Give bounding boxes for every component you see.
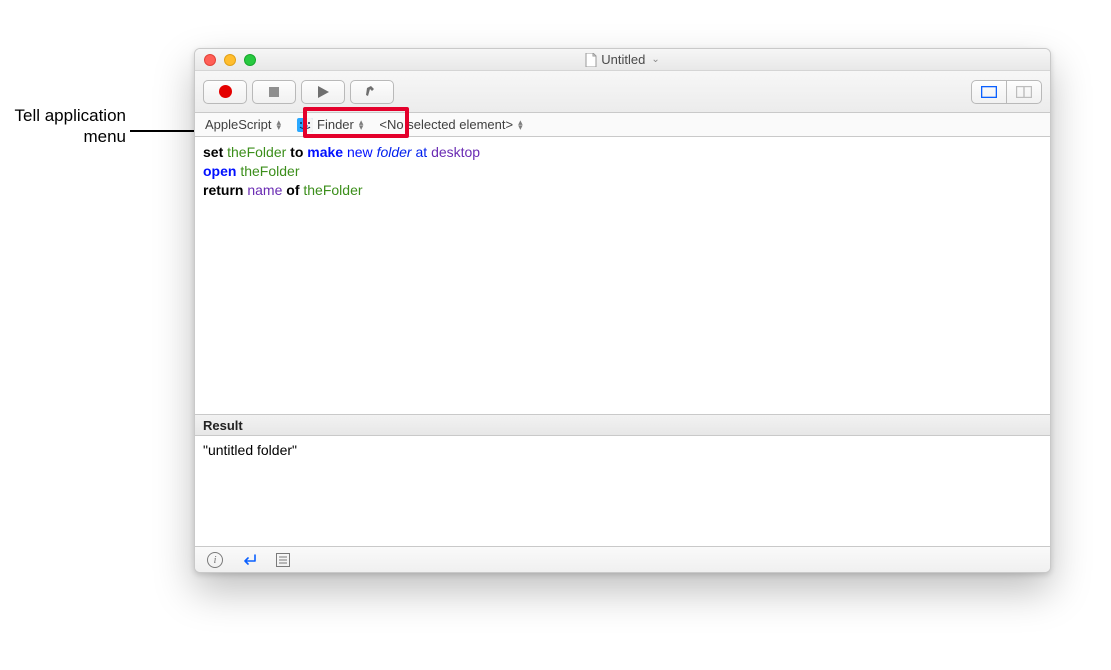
script-editor-window: Untitled ⌄ — [194, 48, 1051, 573]
language-popup[interactable]: AppleScript ▴▾ — [201, 116, 285, 133]
zoom-button[interactable] — [244, 54, 256, 66]
script-line: open theFolder — [203, 162, 1042, 181]
script-line: set theFolder to make new folder at desk… — [203, 143, 1042, 162]
tell-application-popup[interactable]: Finder ▴▾ — [291, 116, 369, 134]
sort-arrows-icon: ▴▾ — [276, 120, 281, 130]
play-icon — [317, 86, 329, 98]
script-line: return name of theFolder — [203, 181, 1042, 200]
hammer-icon — [365, 85, 379, 99]
finder-icon — [297, 117, 313, 133]
description-button[interactable]: i — [205, 550, 225, 570]
view-mode-editor-button[interactable] — [971, 80, 1007, 104]
minimize-button[interactable] — [224, 54, 236, 66]
titlebar: Untitled ⌄ — [195, 49, 1050, 71]
result-header: Result — [195, 414, 1050, 436]
toolbar — [195, 71, 1050, 113]
list-icon — [276, 553, 290, 567]
return-arrow-icon — [241, 553, 257, 567]
document-icon — [585, 53, 597, 67]
close-button[interactable] — [204, 54, 216, 66]
window-title[interactable]: Untitled ⌄ — [195, 52, 1050, 67]
application-label: Finder — [317, 117, 354, 132]
window-title-text: Untitled — [601, 52, 645, 67]
accessory-view-icon — [1016, 86, 1032, 98]
script-editor-area[interactable]: set theFolder to make new folder at desk… — [195, 137, 1050, 414]
annotation-label: Tell application menu — [6, 105, 126, 148]
window-controls — [204, 54, 256, 66]
language-label: AppleScript — [205, 117, 271, 132]
view-mode-accessory-button[interactable] — [1006, 80, 1042, 104]
result-body[interactable]: "untitled folder" — [195, 436, 1050, 546]
record-button[interactable] — [203, 80, 247, 104]
element-label: <No selected element> — [379, 117, 513, 132]
run-button[interactable] — [301, 80, 345, 104]
navigation-bar: AppleScript ▴▾ Finder ▴▾ <No selected el… — [195, 113, 1050, 137]
stop-icon — [268, 86, 280, 98]
sort-arrows-icon: ▴▾ — [359, 120, 364, 130]
bottom-bar: i — [195, 546, 1050, 572]
compile-button[interactable] — [350, 80, 394, 104]
editor-view-icon — [981, 86, 997, 98]
result-tab-button[interactable] — [239, 550, 259, 570]
title-chevron-icon: ⌄ — [651, 54, 659, 65]
view-mode-segmented — [971, 80, 1042, 104]
element-popup[interactable]: <No selected element> ▴▾ — [375, 116, 526, 133]
record-icon — [219, 85, 232, 98]
log-tab-button[interactable] — [273, 550, 293, 570]
sort-arrows-icon: ▴▾ — [518, 120, 523, 130]
info-icon: i — [207, 552, 223, 568]
result-value: "untitled folder" — [203, 442, 297, 458]
stop-button[interactable] — [252, 80, 296, 104]
